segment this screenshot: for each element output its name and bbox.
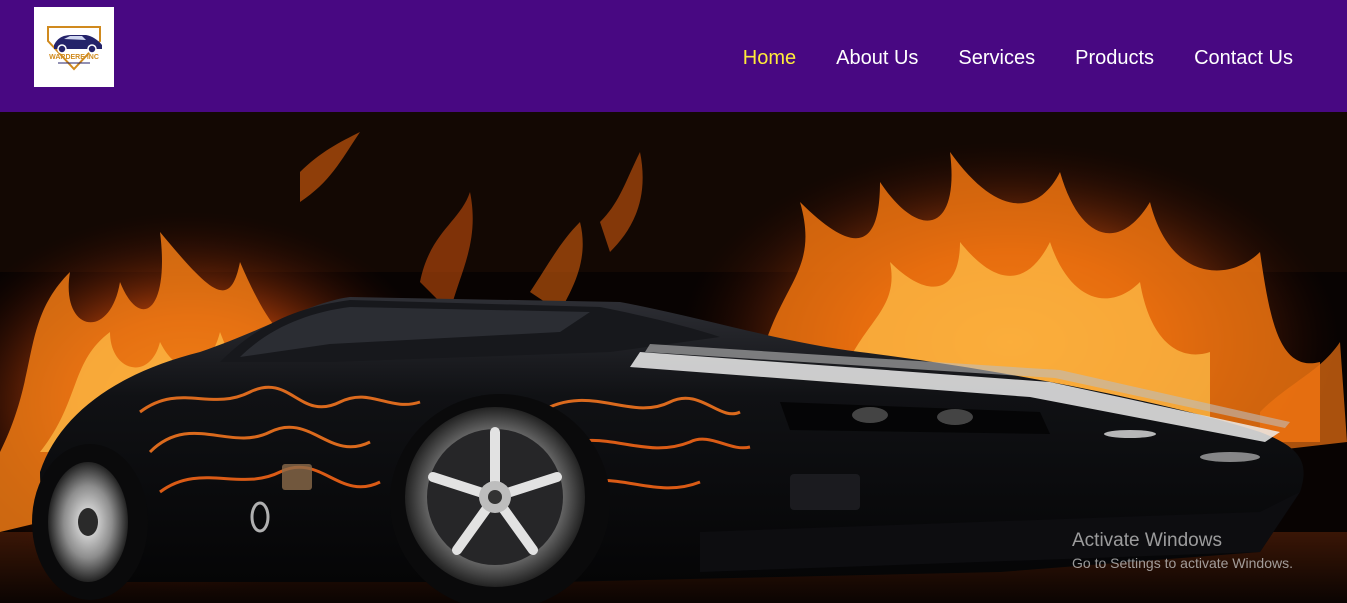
logo-text: WARDERE INC [49, 54, 99, 61]
nav-products[interactable]: Products [1075, 47, 1154, 69]
windows-activation-watermark: Activate Windows Go to Settings to activ… [1072, 530, 1293, 572]
main-nav: Home About Us Services Products Contact … [743, 44, 1293, 72]
nav-home[interactable]: Home [743, 47, 796, 69]
nav-services[interactable]: Services [958, 47, 1035, 69]
nav-contact-us[interactable]: Contact Us [1194, 47, 1293, 69]
navbar: WARDERE INC Home About Us Services Produ… [0, 0, 1347, 112]
brand-logo[interactable]: WARDERE INC [34, 7, 114, 87]
nav-about-us[interactable]: About Us [836, 47, 918, 69]
logo-car-icon: WARDERE INC [47, 26, 102, 71]
watermark-subtitle: Go to Settings to activate Windows. [1072, 555, 1293, 571]
watermark-title: Activate Windows [1072, 530, 1222, 551]
